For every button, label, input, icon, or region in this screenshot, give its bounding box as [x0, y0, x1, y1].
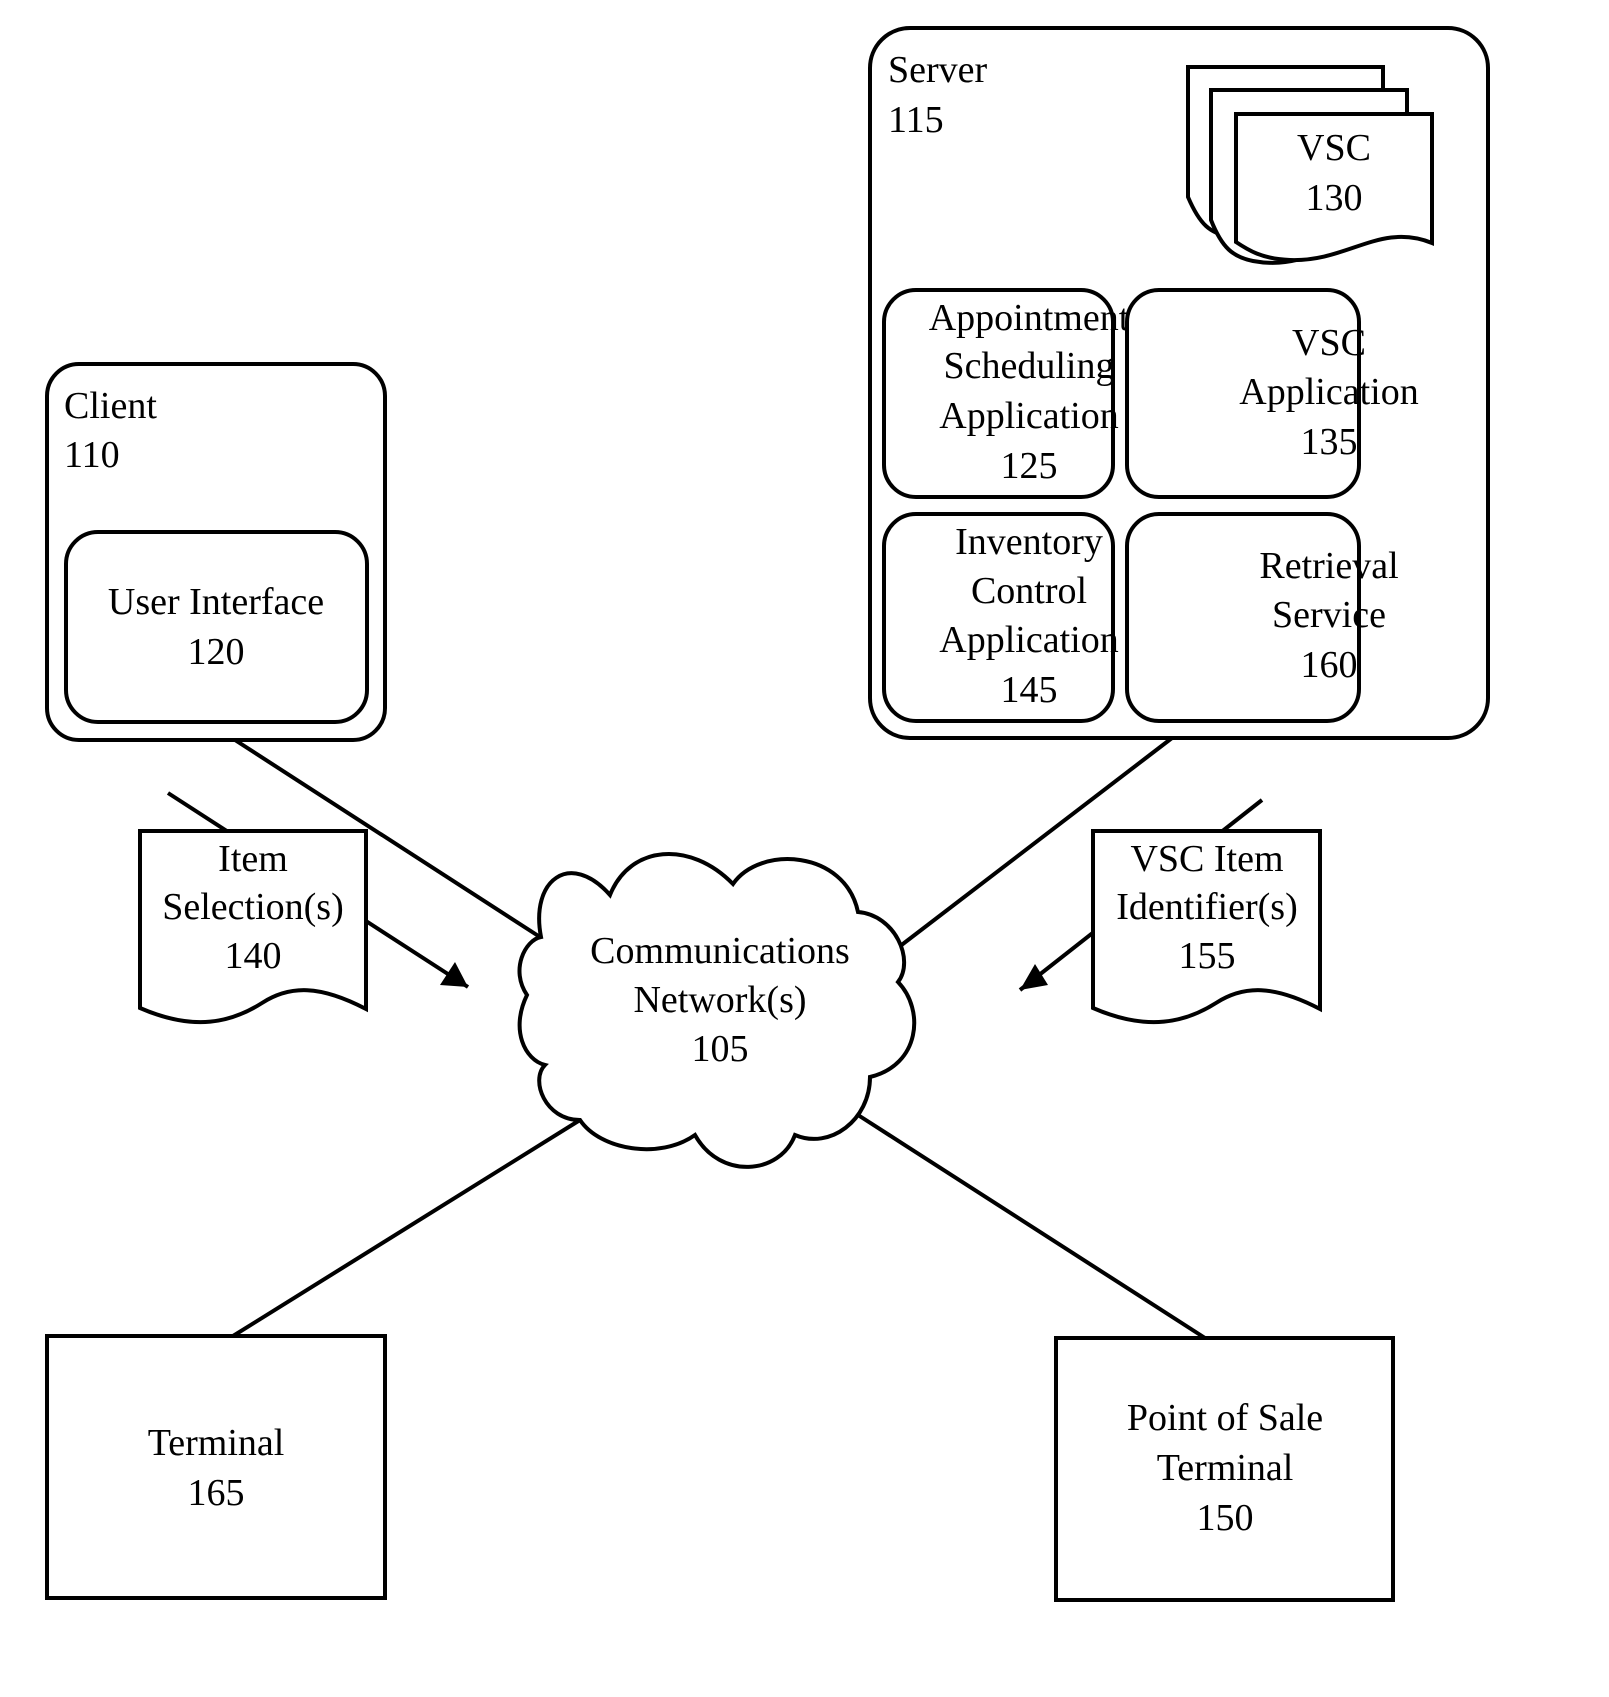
- pos-number: 150: [1197, 1497, 1254, 1539]
- terminal-label: Terminal: [148, 1422, 285, 1464]
- item-selection-number: 140: [225, 935, 282, 977]
- client-title: Client: [64, 385, 157, 427]
- inventory-line-1: Inventory: [955, 521, 1103, 563]
- appointment-scheduling-node[interactable]: Appointment Scheduling Application 125: [882, 288, 1130, 499]
- client-number: 110: [64, 434, 120, 476]
- inventory-line-3: Application: [939, 619, 1118, 661]
- vsc-item-line-1: VSC Item: [1130, 838, 1283, 880]
- vsc-app-line-1: VSC: [1292, 322, 1366, 364]
- terminal-number: 165: [188, 1472, 245, 1514]
- network-line-1: Communications: [590, 930, 850, 972]
- vsc-app-number: 135: [1301, 421, 1358, 463]
- client-node[interactable]: Client 110 User Interface 120: [45, 362, 387, 742]
- terminal-node[interactable]: Terminal 165: [45, 1334, 387, 1600]
- vsc-item-number: 155: [1179, 935, 1236, 977]
- vsc-item-identifier-document[interactable]: VSC Item Identifier(s) 155: [1091, 829, 1322, 1025]
- appointment-line-1: Appointment: [929, 297, 1130, 339]
- inventory-control-node[interactable]: Inventory Control Application 145: [882, 512, 1119, 723]
- item-selection-document[interactable]: Item Selection(s) 140: [138, 829, 368, 1025]
- retrieval-line-2: Service: [1272, 594, 1386, 636]
- server-node[interactable]: Server 115 VSC 130 Appointment Schedulin…: [868, 26, 1490, 740]
- connector-terminal-network: [231, 1118, 582, 1338]
- vsc-documents-number: 130: [1306, 177, 1363, 219]
- retrieval-line-1: Retrieval: [1259, 545, 1398, 587]
- retrieval-service-node[interactable]: Retrieval Service 160: [1125, 512, 1399, 723]
- item-selection-line-2: Selection(s): [162, 886, 344, 928]
- system-diagram: Client 110 User Interface 120 Server 115…: [45, 26, 1490, 1602]
- communications-network-node[interactable]: Communications Network(s) 105: [517, 852, 917, 1169]
- network-line-2: Network(s): [633, 979, 806, 1021]
- vsc-documents-label: VSC: [1297, 127, 1371, 169]
- user-interface-number: 120: [188, 631, 245, 673]
- point-of-sale-terminal-node[interactable]: Point of Sale Terminal 150: [1054, 1336, 1395, 1602]
- user-interface-node[interactable]: User Interface 120: [64, 530, 369, 724]
- network-number: 105: [692, 1028, 749, 1070]
- appointment-number: 125: [1001, 445, 1058, 487]
- connector-pos-network: [856, 1113, 1207, 1340]
- pos-line-1: Point of Sale: [1127, 1397, 1323, 1439]
- retrieval-number: 160: [1301, 644, 1358, 686]
- vsc-app-line-2: Application: [1239, 371, 1418, 413]
- vsc-documents-stack[interactable]: VSC 130: [1186, 65, 1434, 265]
- vsc-item-line-2: Identifier(s): [1116, 886, 1297, 928]
- appointment-line-2: Scheduling: [944, 345, 1115, 387]
- item-selection-line-1: Item: [218, 838, 288, 880]
- user-interface-label: User Interface: [108, 581, 324, 623]
- inventory-line-2: Control: [971, 570, 1087, 612]
- server-title: Server: [888, 49, 988, 91]
- arrowhead-icon: [440, 962, 468, 987]
- inventory-number: 145: [1001, 669, 1058, 711]
- appointment-line-3: Application: [939, 395, 1118, 437]
- pos-line-2: Terminal: [1157, 1447, 1294, 1489]
- arrowhead-icon: [1020, 964, 1048, 990]
- server-number: 115: [888, 99, 944, 141]
